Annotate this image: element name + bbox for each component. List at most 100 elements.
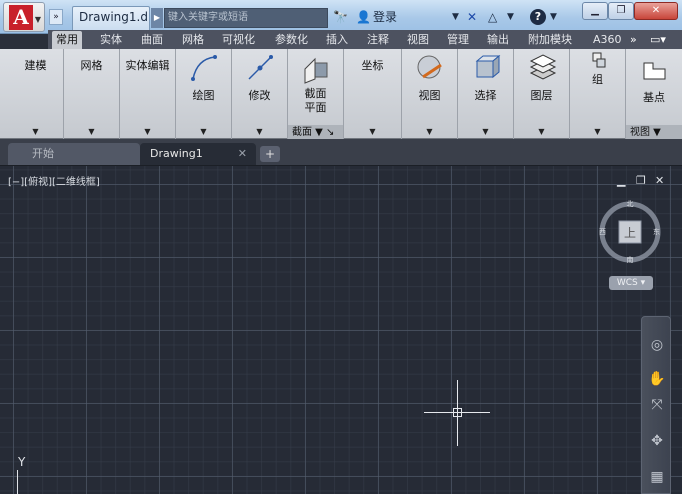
chevron-down-icon[interactable]: ▼ (514, 127, 569, 136)
tab-manage[interactable]: 管理 (443, 31, 473, 49)
ribbon-tab-bar: 常用 实体 曲面 网格 可视化 参数化 插入 注释 视图 管理 输出 附加模块 … (48, 30, 682, 49)
compass-east-label[interactable]: 东 (653, 227, 660, 236)
search-expand-icon[interactable]: ▶ (151, 8, 163, 28)
minimize-button[interactable]: ▁ (582, 2, 608, 20)
chevron-down-icon[interactable]: ▼ (120, 127, 175, 136)
exchange-x-icon[interactable]: ✕ (467, 9, 477, 25)
a360-icon[interactable]: △ (488, 9, 497, 25)
search-bar[interactable]: ▶ 键入关键字或短语 (151, 8, 328, 28)
chevron-down-icon: ▼ (34, 15, 41, 24)
close-icon[interactable]: ✕ (238, 143, 247, 165)
viewport-close-icon[interactable]: ✕ (655, 174, 664, 187)
panel-mesh[interactable]: 网格 ▼ (64, 49, 120, 139)
tab-view[interactable]: 视图 (403, 31, 433, 49)
viewport-restore-icon[interactable]: ❐ (636, 174, 646, 187)
tab-drawing1[interactable]: Drawing1 ✕ (140, 143, 256, 165)
tab-solid[interactable]: 实体 (96, 31, 126, 49)
tab-common[interactable]: 常用 (52, 31, 82, 49)
panel-coordinates[interactable]: 坐标 ▼ (344, 49, 402, 139)
close-button[interactable]: ✕ (634, 2, 678, 20)
panel-label: 组 (592, 73, 603, 86)
chevron-down-icon[interactable]: ▼ (176, 127, 231, 136)
panel-label: 建模 (24, 59, 47, 72)
pan-hand-icon[interactable]: ✋ (647, 369, 667, 389)
drawing-canvas[interactable]: [−][俯视][二维线框] ▁ ❐ ✕ (0, 166, 682, 494)
viewport-minimize-icon[interactable]: ▁ (617, 174, 625, 187)
wcs-menu[interactable]: WCS ▾ (609, 276, 653, 290)
panel-draw[interactable]: 绘图 ▼ (176, 49, 232, 139)
compass-west-label[interactable]: 西 (599, 228, 606, 236)
tab-start[interactable]: 开始 (8, 143, 140, 165)
panel-group[interactable]: 组 ▼ (570, 49, 626, 139)
navigation-bar: ◎ ✋ ⤧ ✥ ▦ (641, 316, 671, 494)
tab-a360[interactable]: A360 (589, 31, 626, 49)
tab-annotate[interactable]: 注释 (363, 31, 393, 49)
chevron-down-icon[interactable]: ▼ (8, 127, 63, 136)
panel-view[interactable]: 视图 ▼ (402, 49, 458, 139)
login-button[interactable]: 登录 (373, 8, 397, 25)
user-icon[interactable]: 👤 (356, 9, 371, 25)
help-dropdown-icon[interactable]: ▼ (550, 9, 557, 25)
new-tab-button[interactable]: + (260, 146, 280, 162)
application-menu-button[interactable]: A ▼ (3, 2, 45, 32)
panel-label: 网格 (80, 59, 103, 72)
panel-label: 选择 (474, 89, 497, 102)
showmotion-icon[interactable]: ▦ (647, 467, 667, 487)
panel-label: 绘图 (192, 89, 215, 102)
tab-parametric[interactable]: 参数化 (271, 31, 312, 49)
login-dropdown-icon[interactable]: ▼ (452, 9, 459, 25)
chevron-down-icon[interactable]: ▼ (64, 127, 119, 136)
group-icon (592, 52, 605, 68)
autocad-logo-icon: A (9, 5, 33, 30)
a360-dropdown-icon[interactable]: ▼ (507, 9, 514, 25)
tab-visualize[interactable]: 可视化 (218, 31, 259, 49)
panel-footer-text: 视图 (630, 127, 650, 138)
binoculars-icon[interactable]: 🔭 (333, 9, 348, 25)
panel-base-view[interactable]: 基点 视图 ▼ (626, 49, 682, 139)
tab-overflow-icon[interactable]: » (626, 31, 641, 49)
steering-wheel-icon[interactable]: ◎ (647, 335, 667, 355)
panel-label: 视图 (418, 89, 441, 102)
tab-output[interactable]: 输出 (483, 31, 513, 49)
zoom-extents-icon[interactable]: ⤧ (647, 395, 667, 415)
panel-solid-edit[interactable]: 实体编辑 ▼ (120, 49, 176, 139)
selection-cube-icon (475, 54, 500, 79)
panel-footer-label: 视图 ▼ (630, 127, 661, 138)
ucs-y-axis-label: Y (18, 455, 26, 469)
crosshair-pickbox (453, 408, 462, 417)
ribbon-display-toggle-icon[interactable]: ▭▾ (646, 31, 670, 49)
viewport-controls-label[interactable]: [−][俯视][二维线框] (8, 173, 100, 188)
chevron-down-icon[interactable]: ▼ (232, 127, 287, 136)
viewcube-top-label[interactable]: 上 (624, 226, 636, 240)
panel-label: 图层 (530, 89, 553, 102)
panel-selection[interactable]: 选择 ▼ (458, 49, 514, 139)
chevron-down-icon[interactable]: ▼ (344, 127, 401, 136)
panel-section[interactable]: 截面 平面 截面 ▼ ↘ (288, 49, 344, 139)
move-modify-icon (247, 55, 273, 80)
tab-insert[interactable]: 插入 (322, 31, 352, 49)
viewcube[interactable]: 上 北 南 东 西 (598, 200, 662, 264)
chevron-down-icon[interactable]: ▼ (458, 127, 513, 136)
tab-addins[interactable]: 附加模块 (524, 31, 576, 49)
panel-layers[interactable]: 图层 ▼ (514, 49, 570, 139)
panel-label: 坐标 (361, 59, 384, 72)
search-input[interactable]: 键入关键字或短语 (164, 8, 328, 28)
help-icon[interactable]: ? (530, 9, 546, 25)
orbit-icon[interactable]: ✥ (647, 431, 667, 451)
tab-surface[interactable]: 曲面 (137, 31, 167, 49)
panel-label: 截面 平面 (304, 87, 327, 114)
panel-footer-text: 截面 (292, 127, 312, 138)
chevron-down-icon[interactable]: ▼ (570, 127, 625, 136)
arc-draw-icon (190, 55, 217, 81)
panel-modify[interactable]: 修改 ▼ (232, 49, 288, 139)
compass-north-label[interactable]: 北 (627, 200, 634, 208)
quick-access-expand-button[interactable]: » (49, 9, 63, 25)
document-tab-bar: 开始 Drawing1 ✕ + (0, 139, 682, 166)
chevron-down-icon[interactable]: ▼ (402, 127, 457, 136)
restore-button[interactable]: ❐ (608, 2, 634, 20)
panel-modeling[interactable]: 建模 ▼ (8, 49, 64, 139)
tab-mesh[interactable]: 网格 (178, 31, 208, 49)
ucs-y-axis-icon (17, 470, 18, 494)
compass-south-label[interactable]: 南 (627, 255, 634, 264)
tab-drawing1-label: Drawing1 (150, 147, 203, 160)
